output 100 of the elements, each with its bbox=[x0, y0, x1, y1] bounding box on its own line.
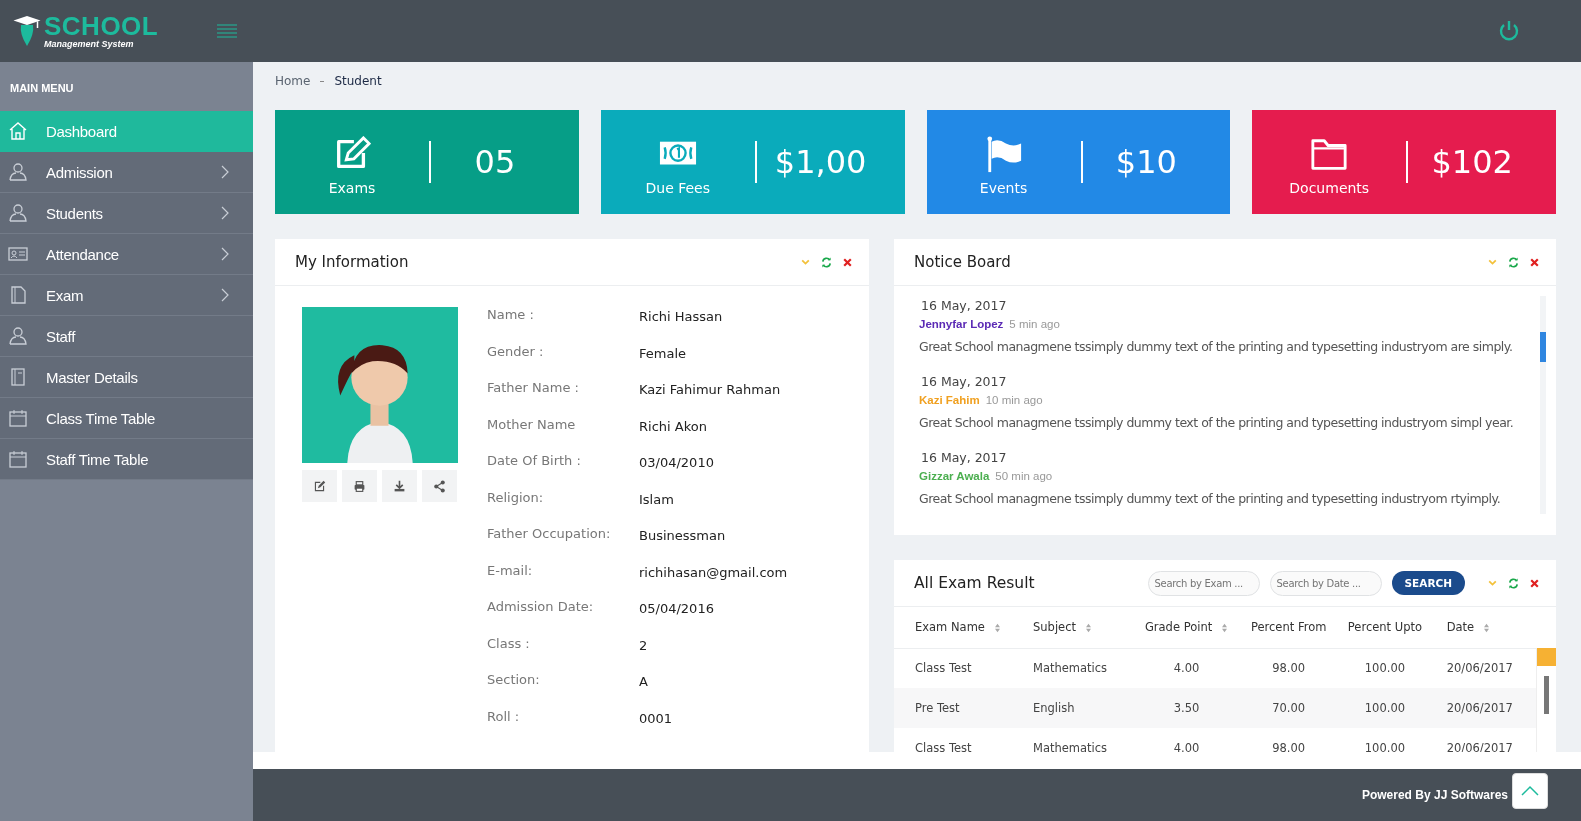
share-button[interactable] bbox=[422, 470, 457, 502]
download-button[interactable] bbox=[382, 470, 417, 502]
column-header[interactable]: Exam Name bbox=[915, 620, 1001, 635]
table-cell: 98.00 bbox=[1272, 661, 1306, 676]
menu-item[interactable]: Exam bbox=[0, 275, 253, 316]
menu-item[interactable]: Staff Time Table bbox=[0, 439, 253, 480]
notice-time: 50 min ago bbox=[995, 470, 1053, 482]
field-label: E-mail: bbox=[487, 562, 534, 580]
flag-icon bbox=[984, 136, 1023, 174]
table-cell: Pre Test bbox=[915, 701, 960, 715]
menu-item[interactable]: Attendance bbox=[0, 234, 253, 275]
column-header[interactable]: Subject bbox=[1033, 620, 1092, 635]
menu-label: Staff Time Table bbox=[46, 450, 150, 468]
menu-label: Master Details bbox=[46, 368, 139, 386]
stat-card[interactable]: Exams 05 bbox=[275, 110, 579, 214]
menu-heading: MAIN MENU bbox=[9, 81, 75, 96]
column-header: Percent From bbox=[1250, 620, 1327, 635]
menu-label: Staff bbox=[46, 327, 77, 345]
table-cell: Class Test bbox=[915, 661, 972, 676]
field-value: Businessman bbox=[639, 527, 726, 545]
scroll-top-button[interactable] bbox=[1512, 773, 1548, 809]
card-label: Events bbox=[979, 180, 1028, 196]
table-cell: 98.00 bbox=[1272, 741, 1306, 752]
field-value: 05/04/2016 bbox=[639, 600, 714, 618]
field-label: Roll : bbox=[487, 708, 521, 726]
sort-icon[interactable] bbox=[993, 622, 1001, 633]
edit-button[interactable] bbox=[302, 470, 337, 502]
menu-item[interactable]: Admission bbox=[0, 152, 253, 193]
print-button[interactable] bbox=[342, 470, 377, 502]
chevron-right-icon bbox=[221, 247, 229, 261]
calendar-icon bbox=[8, 449, 28, 469]
footer-text: Powered By JJ Softwares bbox=[1361, 788, 1508, 802]
id-card-icon bbox=[8, 244, 28, 264]
search-field[interactable]: Search by Exam ... bbox=[1147, 570, 1260, 596]
card-value: $10 bbox=[1114, 143, 1178, 181]
stat-card[interactable]: Documents $102 bbox=[1252, 110, 1556, 214]
table-cell: 4.00 bbox=[1173, 661, 1200, 676]
table-cell: 100.00 bbox=[1364, 701, 1406, 715]
menu-label: Admission bbox=[46, 163, 114, 181]
refresh-icon[interactable] bbox=[821, 256, 832, 268]
menu-label: Attendance bbox=[46, 245, 120, 263]
author-name[interactable]: Jennyfar Lopez bbox=[919, 318, 1004, 330]
menu-item[interactable]: Class Time Table bbox=[0, 398, 253, 439]
menu-item[interactable]: Students bbox=[0, 193, 253, 234]
card-label: Documents bbox=[1289, 180, 1370, 196]
home-icon bbox=[8, 121, 28, 141]
notice-date: 16 May, 2017 bbox=[920, 450, 1008, 465]
sort-icon[interactable] bbox=[1483, 622, 1491, 633]
author-name[interactable]: Gizzar Awala bbox=[919, 470, 990, 482]
menu-item[interactable]: Master Details bbox=[0, 357, 253, 398]
table-cell: 20/06/2017 bbox=[1446, 701, 1513, 715]
stat-card[interactable]: Due Fees $1,00 bbox=[600, 110, 905, 214]
notice-time: 5 min ago bbox=[1009, 318, 1060, 330]
field-value: Richi Akon bbox=[639, 417, 707, 436]
notebook-icon bbox=[8, 367, 28, 387]
close-icon[interactable] bbox=[1529, 256, 1540, 268]
person-icon bbox=[8, 162, 28, 182]
breadcrumb-link[interactable]: Home bbox=[275, 74, 311, 88]
sort-icon[interactable] bbox=[1085, 622, 1092, 633]
table-cell: Mathematics bbox=[1033, 661, 1108, 676]
field-label: Admission Date: bbox=[487, 599, 595, 616]
notice-date: 16 May, 2017 bbox=[920, 298, 1008, 313]
search-field[interactable]: Search by Date ... bbox=[1269, 570, 1382, 596]
stat-card[interactable]: Events $10 bbox=[926, 110, 1231, 214]
chevron-right-icon bbox=[221, 288, 229, 302]
menu-label: Exam bbox=[46, 286, 85, 304]
close-icon[interactable] bbox=[1529, 577, 1540, 589]
breadcrumb-current: Student bbox=[334, 74, 382, 88]
field-value: Islam bbox=[639, 490, 674, 509]
column-header[interactable]: Date bbox=[1446, 620, 1491, 635]
refresh-icon[interactable] bbox=[1508, 577, 1519, 589]
column-header: Percent Upto bbox=[1347, 620, 1422, 635]
field-value: 03/04/2010 bbox=[639, 454, 714, 472]
menu-item[interactable]: Staff bbox=[0, 316, 253, 357]
panel-title: Notice Board bbox=[914, 253, 1012, 271]
table-cell: 100.00 bbox=[1364, 741, 1406, 752]
power-icon[interactable] bbox=[1497, 19, 1521, 43]
table-cell: 70.00 bbox=[1272, 701, 1306, 715]
card-value: 05 bbox=[473, 143, 517, 181]
edit-icon bbox=[313, 479, 326, 493]
share-icon bbox=[433, 479, 446, 493]
book-icon bbox=[8, 285, 28, 305]
chevron-right-icon bbox=[221, 165, 229, 179]
sort-icon[interactable] bbox=[1221, 622, 1229, 633]
table-cell: English bbox=[1033, 701, 1075, 715]
table-cell: Class Test bbox=[915, 741, 972, 752]
field-label: Date Of Birth : bbox=[487, 453, 582, 470]
table-cell: 20/06/2017 bbox=[1446, 661, 1513, 676]
logo[interactable]: SCHOOL Management System bbox=[0, 0, 253, 62]
field-value: A bbox=[639, 673, 648, 691]
field-label: Religion: bbox=[487, 489, 545, 507]
close-icon[interactable] bbox=[842, 256, 853, 268]
card-value: $1,00 bbox=[773, 143, 868, 181]
field-value: 2 bbox=[639, 636, 648, 655]
column-header[interactable]: Grade Point bbox=[1144, 620, 1229, 635]
search-button[interactable]: SEARCH bbox=[1391, 571, 1465, 595]
logo-title: SCHOOL bbox=[44, 13, 159, 39]
field-value: richihasan@gmail.com bbox=[639, 563, 788, 582]
refresh-icon[interactable] bbox=[1508, 256, 1519, 268]
scrollbar[interactable] bbox=[1540, 296, 1546, 514]
